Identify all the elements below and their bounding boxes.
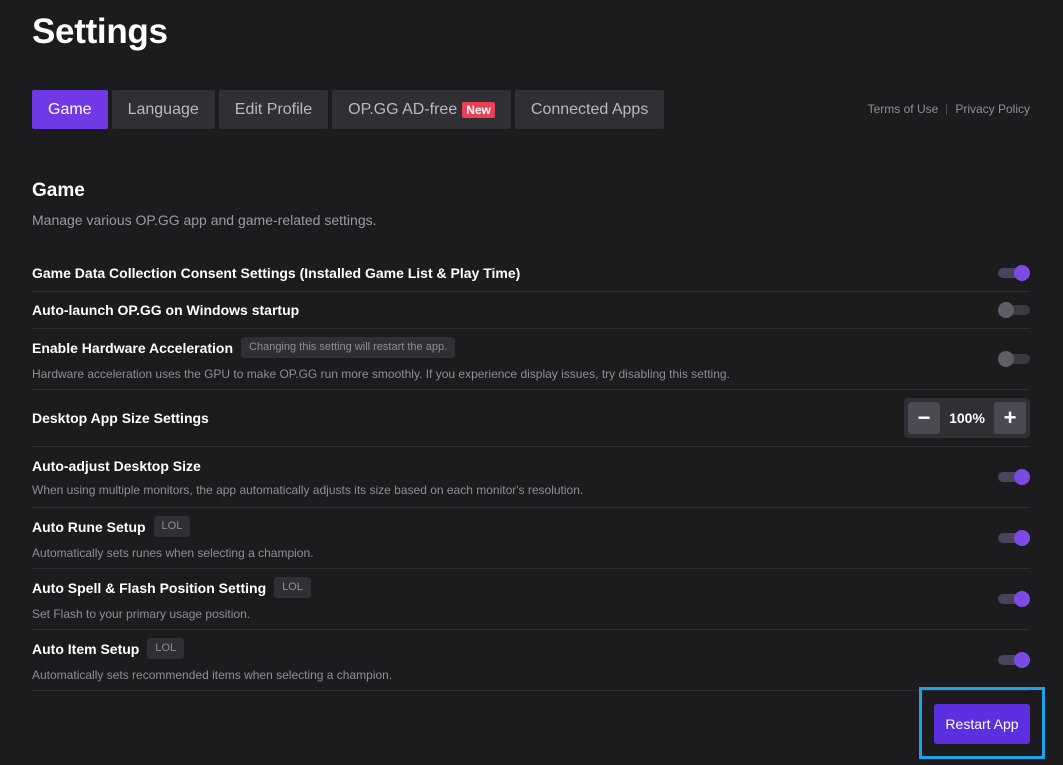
section-description: Manage various OP.GG app and game-relate… [32,212,377,228]
setting-row-hardware-acceleration: Enable Hardware Acceleration Changing th… [32,329,1030,390]
setting-label: Game Data Collection Consent Settings (I… [32,264,521,281]
toggle-knob [1014,264,1030,281]
tab-bar: Game Language Edit Profile OP.GG AD-free… [32,90,665,129]
privacy-policy-link[interactable]: Privacy Policy [955,102,1030,116]
setting-description: Automatically sets recommended items whe… [32,668,393,682]
auto-launch-toggle[interactable] [998,302,1030,318]
lol-tag: LOL [153,516,191,537]
increase-size-button[interactable]: + [994,402,1026,434]
setting-label: Auto Spell & Flash Position Setting [32,579,267,596]
setting-label: Desktop App Size Settings [32,410,209,426]
setting-description: Set Flash to your primary usage position… [32,607,251,621]
setting-row-auto-item: Auto Item Setup LOL Automatically sets r… [32,630,1030,691]
settings-list: Game Data Collection Consent Settings (I… [32,254,1030,691]
data-collection-toggle[interactable] [998,264,1030,281]
tab-connected-apps[interactable]: Connected Apps [514,90,665,129]
setting-label: Auto Rune Setup [32,518,146,535]
setting-description: Hardware acceleration uses the GPU to ma… [32,367,730,381]
tab-label: OP.GG AD-free [348,100,458,118]
setting-label: Auto Item Setup [32,640,140,657]
app-size-value: 100% [949,410,985,426]
app-size-stepper: − 100% + [904,398,1030,438]
setting-label: Enable Hardware Acceleration [32,339,234,356]
restart-app-button[interactable]: Restart App [934,704,1030,744]
auto-adjust-size-toggle[interactable] [998,469,1030,485]
legal-links: Terms of Use Privacy Policy [868,102,1030,116]
setting-row-data-collection: Game Data Collection Consent Settings (I… [32,254,1030,292]
tab-label: Language [127,100,199,118]
lol-tag: LOL [147,638,185,659]
setting-label: Auto-adjust Desktop Size [32,457,201,474]
tab-game[interactable]: Game [32,90,108,129]
lol-tag: LOL [274,577,311,598]
hardware-acceleration-toggle[interactable] [998,351,1030,367]
auto-spell-toggle[interactable] [998,591,1030,607]
auto-item-toggle[interactable] [998,652,1030,668]
setting-row-auto-adjust-size: Auto-adjust Desktop Size When using mult… [32,447,1030,508]
toggle-knob [998,351,1014,367]
tab-edit-profile[interactable]: Edit Profile [218,90,329,129]
tab-label: Game [48,100,92,118]
tab-label: Connected Apps [530,100,649,118]
toggle-knob [1014,469,1030,485]
setting-row-auto-launch: Auto-launch OP.GG on Windows startup [32,292,1030,329]
tab-label: Edit Profile [234,100,313,118]
tab-language[interactable]: Language [111,90,215,129]
setting-label: Auto-launch OP.GG on Windows startup [32,302,300,318]
setting-row-auto-rune: Auto Rune Setup LOL Automatically sets r… [32,508,1030,569]
restart-warning-tag: Changing this setting will restart the a… [241,337,456,358]
setting-row-app-size: Desktop App Size Settings − 100% + [32,390,1030,447]
setting-description: Automatically sets runes when selecting … [32,546,314,560]
decrease-size-button[interactable]: − [908,402,940,434]
terms-of-use-link[interactable]: Terms of Use [868,102,939,116]
section-title: Game [32,180,85,201]
settings-page: Settings Game Language Edit Profile OP.G… [0,0,1063,765]
toggle-knob [1014,591,1030,607]
page-title: Settings [32,12,168,51]
toggle-knob [1014,530,1030,546]
setting-description: When using multiple monitors, the app au… [32,482,584,497]
tab-ad-free[interactable]: OP.GG AD-free New [332,90,511,129]
auto-rune-toggle[interactable] [998,530,1030,546]
toggle-knob [998,302,1014,318]
setting-row-auto-spell: Auto Spell & Flash Position Setting LOL … [32,569,1030,630]
new-badge: New [462,101,495,118]
toggle-knob [1014,652,1030,668]
link-divider [946,103,948,115]
